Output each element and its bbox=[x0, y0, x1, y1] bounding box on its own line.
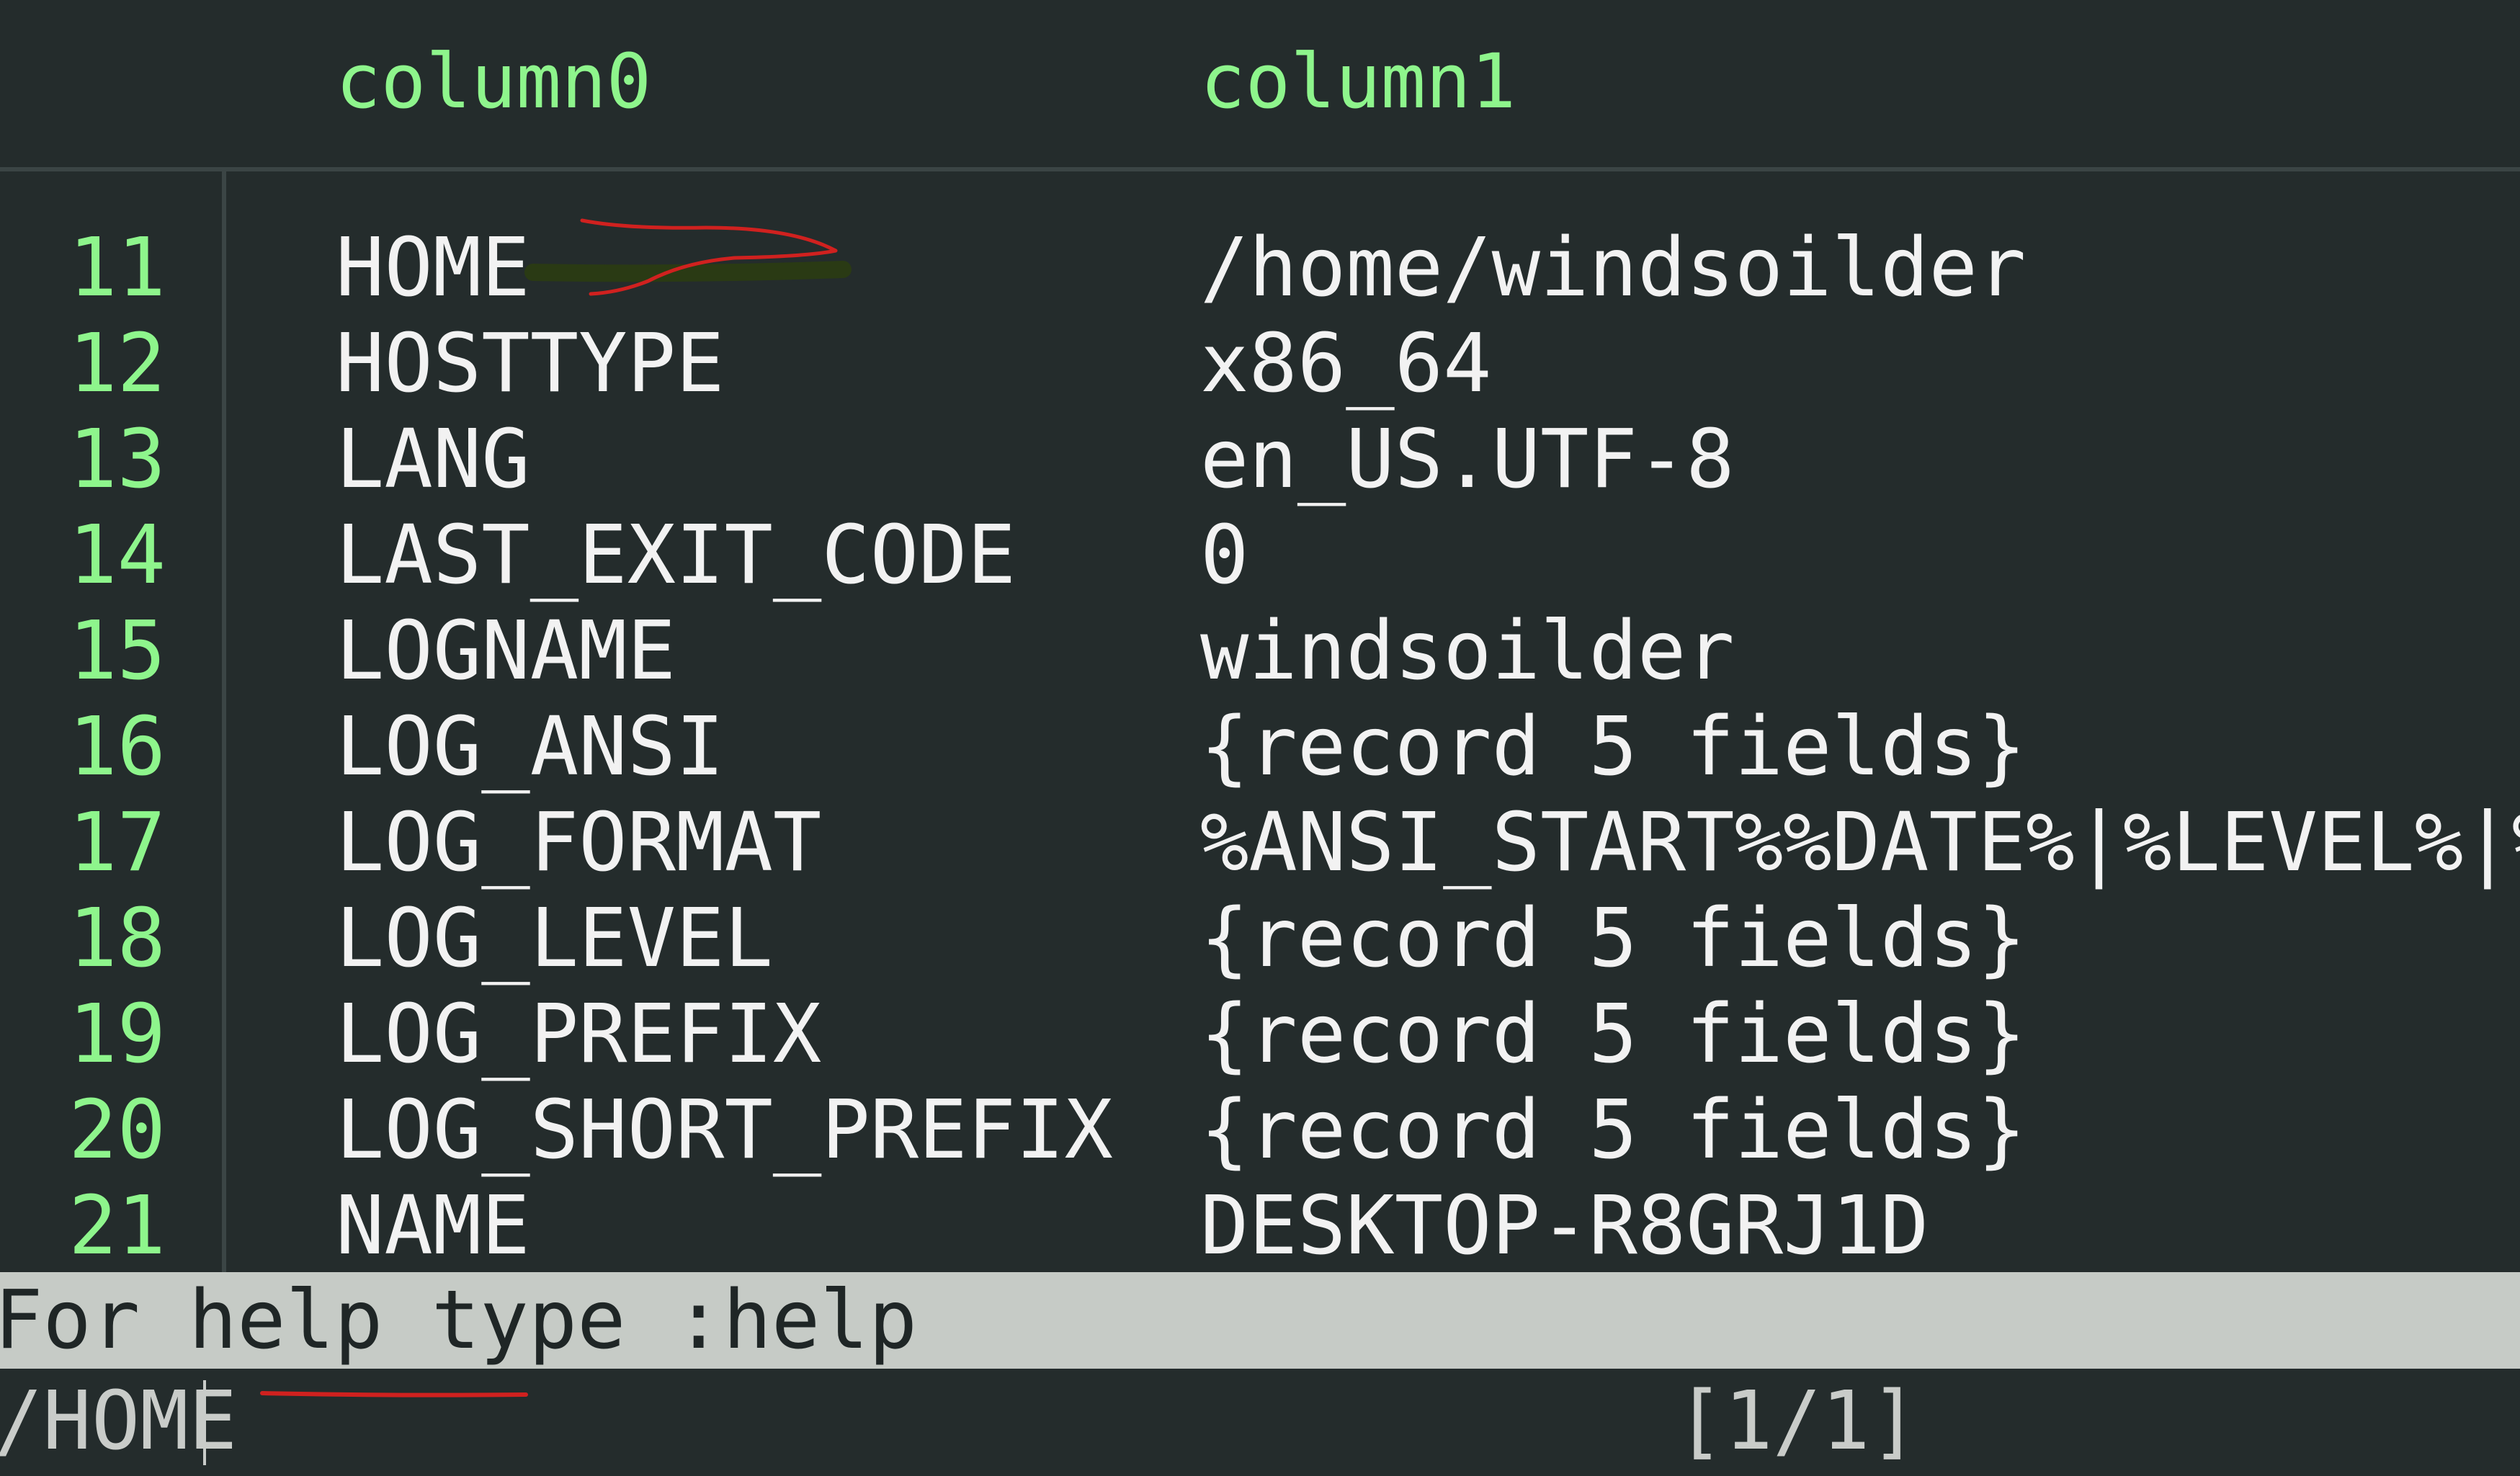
row-value: windsoilder bbox=[1200, 604, 1735, 698]
terminal-window: column0 column1 11 HOME /home/windsoilde… bbox=[0, 0, 2520, 1476]
row-key: LOG_SHORT_PREFIX bbox=[336, 1083, 1113, 1177]
column-header-column0[interactable]: column0 bbox=[336, 35, 651, 128]
row-index: 16 bbox=[68, 700, 166, 794]
table-row[interactable]: 17 LOG_FORMAT %ANSI_START%%DATE%|%LEVEL%… bbox=[0, 795, 2520, 891]
table-row[interactable]: 18 LOG_LEVEL {record 5 fields} bbox=[0, 891, 2520, 987]
status-bar: For help type :help bbox=[0, 1272, 2520, 1369]
command-line[interactable]: /HOME [1/1] bbox=[0, 1369, 2520, 1476]
column-header-column1[interactable]: column1 bbox=[1200, 35, 1516, 128]
command-input[interactable]: /HOME bbox=[0, 1373, 237, 1470]
row-index: 20 bbox=[68, 1083, 166, 1177]
row-key: LOG_FORMAT bbox=[336, 796, 822, 890]
row-index: 21 bbox=[68, 1179, 166, 1273]
row-index: 12 bbox=[68, 317, 166, 411]
row-value: DESKTOP-R8GRJ1D bbox=[1200, 1179, 1929, 1273]
table-row[interactable]: 14 LAST_EXIT_CODE 0 bbox=[0, 508, 2520, 604]
row-key: HOME bbox=[336, 221, 530, 315]
row-index: 18 bbox=[68, 892, 166, 985]
row-index: 11 bbox=[68, 221, 166, 315]
row-index: 19 bbox=[68, 988, 166, 1081]
row-key: HOSTTYPE bbox=[336, 317, 725, 411]
row-value: en_US.UTF-8 bbox=[1200, 413, 1735, 506]
row-key: LAST_EXIT_CODE bbox=[336, 509, 1017, 602]
row-key: LOGNAME bbox=[336, 604, 676, 698]
header-divider bbox=[0, 167, 2520, 171]
match-position: [1/1] bbox=[1676, 1374, 1919, 1468]
table-row[interactable]: 13 LANG en_US.UTF-8 bbox=[0, 412, 2520, 508]
table-row[interactable]: 20 LOG_SHORT_PREFIX {record 5 fields} bbox=[0, 1083, 2520, 1178]
row-key: NAME bbox=[336, 1179, 530, 1273]
row-value: {record 5 fields} bbox=[1200, 1083, 2027, 1177]
row-value: 0 bbox=[1200, 509, 1249, 602]
text-cursor bbox=[203, 1380, 206, 1465]
row-key: LOG_LEVEL bbox=[336, 892, 773, 985]
table-row[interactable]: 15 LOGNAME windsoilder bbox=[0, 604, 2520, 699]
row-value: x86_64 bbox=[1200, 317, 1492, 411]
help-hint: For help type :help bbox=[0, 1274, 918, 1367]
table-row[interactable]: 16 LOG_ANSI {record 5 fields} bbox=[0, 699, 2520, 795]
table-row[interactable]: 21 NAME DESKTOP-R8GRJ1D bbox=[0, 1178, 2520, 1274]
row-index: 15 bbox=[68, 604, 166, 698]
table-body: 11 HOME /home/windsoilder 12 HOSTTYPE x8… bbox=[0, 220, 2520, 1274]
row-value: {record 5 fields} bbox=[1200, 988, 2027, 1081]
table-row[interactable]: 11 HOME /home/windsoilder bbox=[0, 220, 2520, 316]
row-index: 17 bbox=[68, 796, 166, 890]
row-value: {record 5 fields} bbox=[1200, 892, 2027, 985]
table-row[interactable]: 12 HOSTTYPE x86_64 bbox=[0, 316, 2520, 412]
row-index: 13 bbox=[68, 413, 166, 506]
table-row[interactable]: 19 LOG_PREFIX {record 5 fields} bbox=[0, 987, 2520, 1083]
row-value: %ANSI_START%%DATE%|%LEVEL%|%MSG bbox=[1200, 796, 2520, 890]
row-value: /home/windsoilder bbox=[1200, 221, 2027, 315]
table-header: column0 column1 bbox=[0, 0, 2520, 169]
row-key: LANG bbox=[336, 413, 530, 506]
row-key: LOG_ANSI bbox=[336, 700, 725, 794]
row-index: 14 bbox=[68, 509, 166, 602]
row-key: LOG_PREFIX bbox=[336, 988, 822, 1081]
row-value: {record 5 fields} bbox=[1200, 700, 2027, 794]
